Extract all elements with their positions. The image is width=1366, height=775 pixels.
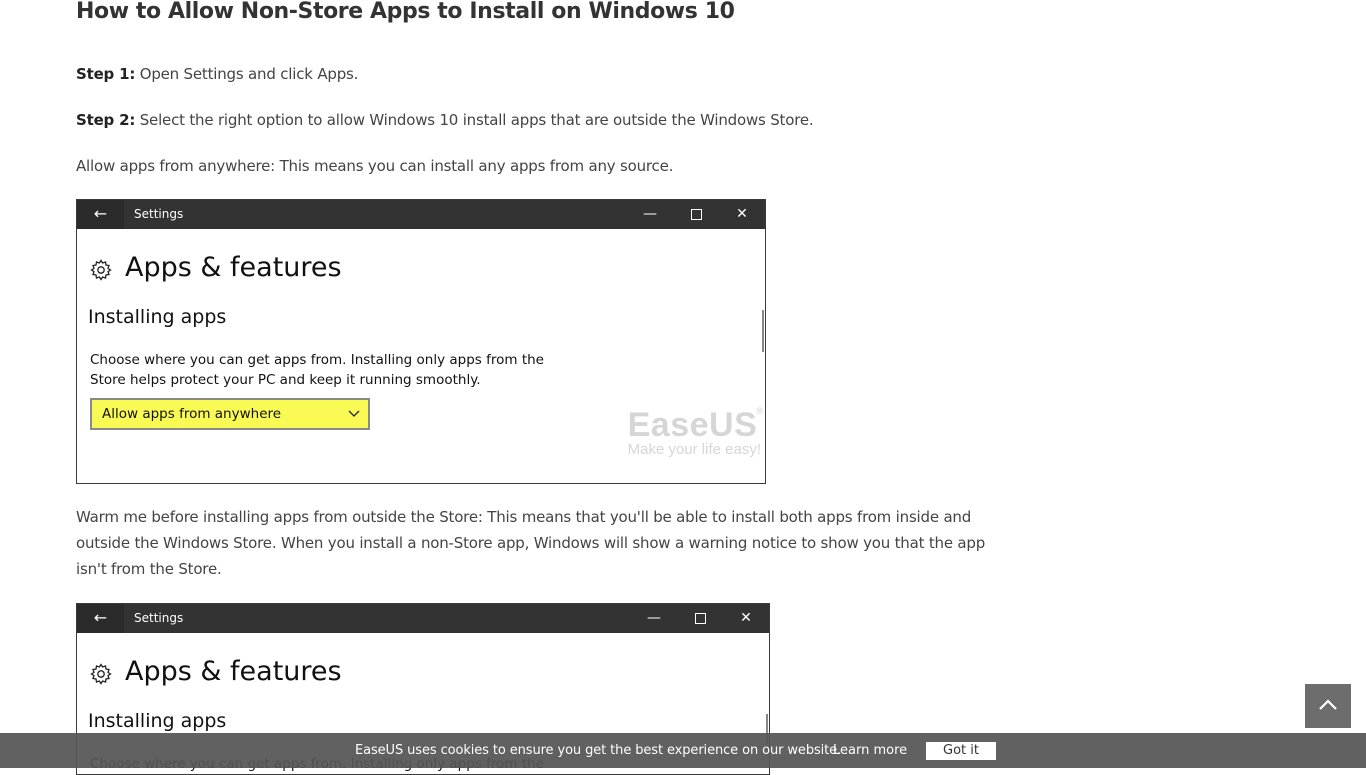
step-1-paragraph: Step 1: Open Settings and click Apps.: [76, 61, 358, 87]
option-anywhere-paragraph: Allow apps from anywhere: This means you…: [76, 157, 674, 175]
window-titlebar: ← Settings — ✕: [77, 604, 769, 633]
window-title: Settings: [134, 207, 184, 221]
settings-page-title: Apps & features: [125, 252, 342, 283]
installing-apps-heading: Installing apps: [88, 710, 227, 732]
settings-page-title: Apps & features: [125, 656, 342, 687]
step-2-text: Select the right option to allow Windows…: [135, 111, 814, 129]
back-to-top-button[interactable]: [1305, 684, 1351, 728]
dropdown-selected-value: Allow apps from anywhere: [102, 406, 282, 422]
minimize-icon: —: [643, 206, 657, 222]
step-2-label: Step 2:: [76, 111, 136, 129]
registered-mark: ®: [756, 406, 763, 416]
article-heading: How to Allow Non-Store Apps to Install o…: [76, 0, 735, 24]
watermark-logo: EaseUS: [627, 406, 758, 444]
settings-screenshot-anywhere: ← Settings — ✕ Apps & features Installin…: [76, 199, 766, 484]
installing-apps-description: Choose where you can get apps from. Inst…: [90, 352, 544, 388]
maximize-icon: [673, 200, 719, 229]
option-warn-paragraph: Warm me before installing apps from outs…: [76, 508, 986, 578]
gear-icon: [90, 259, 112, 281]
maximize-icon: [677, 604, 723, 633]
step-2-paragraph: Step 2: Select the right option to allow…: [76, 107, 814, 133]
cookie-message: EaseUS uses cookies to ensure you get th…: [355, 743, 842, 758]
close-icon: ✕: [740, 610, 752, 626]
close-icon: ✕: [736, 206, 748, 222]
cookie-consent-bar: EaseUS uses cookies to ensure you get th…: [0, 733, 1366, 768]
back-arrow-icon: ←: [77, 604, 124, 633]
got-it-button[interactable]: Got it: [926, 742, 996, 760]
learn-more-link[interactable]: Learn more: [833, 733, 907, 768]
gear-icon: [90, 663, 112, 685]
app-source-dropdown: Allow apps from anywhere: [90, 398, 370, 430]
minimize-icon: —: [647, 610, 661, 626]
step-1-label: Step 1:: [76, 65, 136, 83]
back-arrow-icon: ←: [77, 200, 124, 229]
watermark-tagline: Make your life easy!: [627, 441, 761, 458]
chevron-up-icon: [1319, 699, 1337, 710]
installing-apps-heading: Installing apps: [88, 306, 227, 328]
window-scrollbar: [762, 310, 764, 352]
chevron-down-icon: [348, 410, 360, 417]
window-titlebar: ← Settings — ✕: [77, 200, 765, 229]
step-1-text: Open Settings and click Apps.: [135, 65, 359, 83]
window-title: Settings: [134, 611, 184, 625]
easeus-watermark: EaseUS Make your life easy! ®: [627, 406, 763, 458]
